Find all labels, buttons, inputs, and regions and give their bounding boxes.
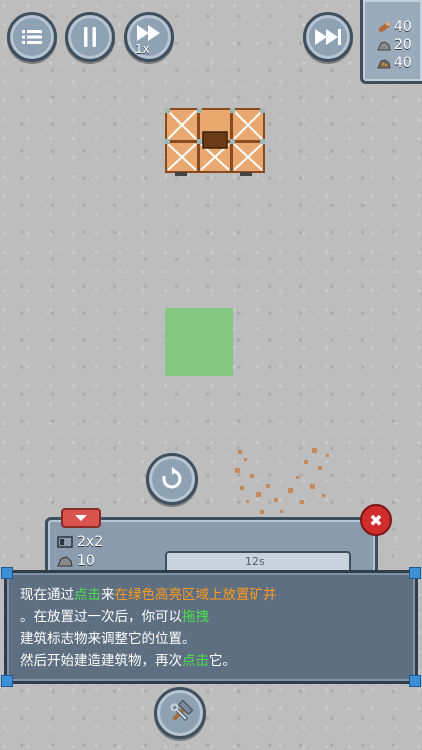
chevron-down-icon bbox=[75, 515, 87, 521]
pause-icon bbox=[84, 27, 96, 47]
dialog-corner bbox=[409, 675, 421, 687]
collapse-panel-tab[interactable] bbox=[61, 508, 101, 528]
building-size-row: 2x2 bbox=[57, 534, 103, 550]
building-cost-row: 10 bbox=[57, 553, 95, 569]
placement-highlight-zone[interactable] bbox=[165, 308, 233, 376]
fast-forward-icon bbox=[315, 29, 341, 45]
tutorial-dialog: 现在通过点击来在绿色高亮区域上放置矿井 。在放置过一次后，你可以拖拽 建筑标志物… bbox=[1, 567, 421, 687]
list-icon bbox=[22, 30, 42, 44]
rotate-icon bbox=[162, 467, 182, 489]
dialog-corner bbox=[1, 567, 13, 579]
pause-button[interactable] bbox=[65, 12, 115, 62]
building-cost: 10 bbox=[77, 553, 95, 569]
warehouse-building[interactable] bbox=[165, 108, 265, 176]
speed-multiplier-label: 1x bbox=[135, 42, 150, 56]
resource-panel: 40 20 40 bbox=[360, 0, 422, 84]
wood-log-icon bbox=[378, 22, 390, 33]
wood-count: 40 bbox=[394, 19, 412, 35]
resource-wood: 40 bbox=[377, 18, 422, 36]
ore-icon bbox=[377, 59, 391, 69]
menu-button[interactable] bbox=[7, 12, 57, 62]
build-tools-button[interactable] bbox=[154, 687, 206, 739]
skip-forward-button[interactable] bbox=[303, 12, 353, 62]
tutorial-line-4: 然后开始建造建筑物，再次点击它。 bbox=[20, 653, 236, 669]
footprint-icon bbox=[57, 536, 73, 548]
dialog-corner bbox=[1, 675, 13, 687]
stone-count: 20 bbox=[394, 37, 412, 53]
build-time-text: 12s bbox=[245, 555, 265, 568]
ore-deposit-patch bbox=[235, 448, 329, 514]
tutorial-line-3: 建筑标志物来调整它的位置。 bbox=[20, 631, 196, 647]
tutorial-line-1: 现在通过点击来在绿色高亮区域上放置矿井 bbox=[20, 587, 277, 603]
resource-ore: 40 bbox=[377, 54, 422, 72]
hammer-wrench-icon bbox=[170, 700, 193, 721]
close-icon: ✖ bbox=[369, 510, 383, 530]
rotate-button[interactable] bbox=[146, 453, 198, 505]
ore-count: 40 bbox=[394, 55, 412, 71]
speed-button[interactable]: 1x bbox=[124, 12, 174, 62]
tutorial-line-2: 。在放置过一次后，你可以拖拽 bbox=[20, 609, 209, 625]
resource-stone: 20 bbox=[377, 36, 422, 54]
stone-icon bbox=[57, 556, 73, 567]
dialog-corner bbox=[409, 567, 421, 579]
fast-forward-icon bbox=[137, 25, 160, 41]
stone-icon bbox=[377, 41, 391, 51]
building-size: 2x2 bbox=[77, 534, 104, 550]
close-button[interactable]: ✖ bbox=[360, 504, 392, 536]
